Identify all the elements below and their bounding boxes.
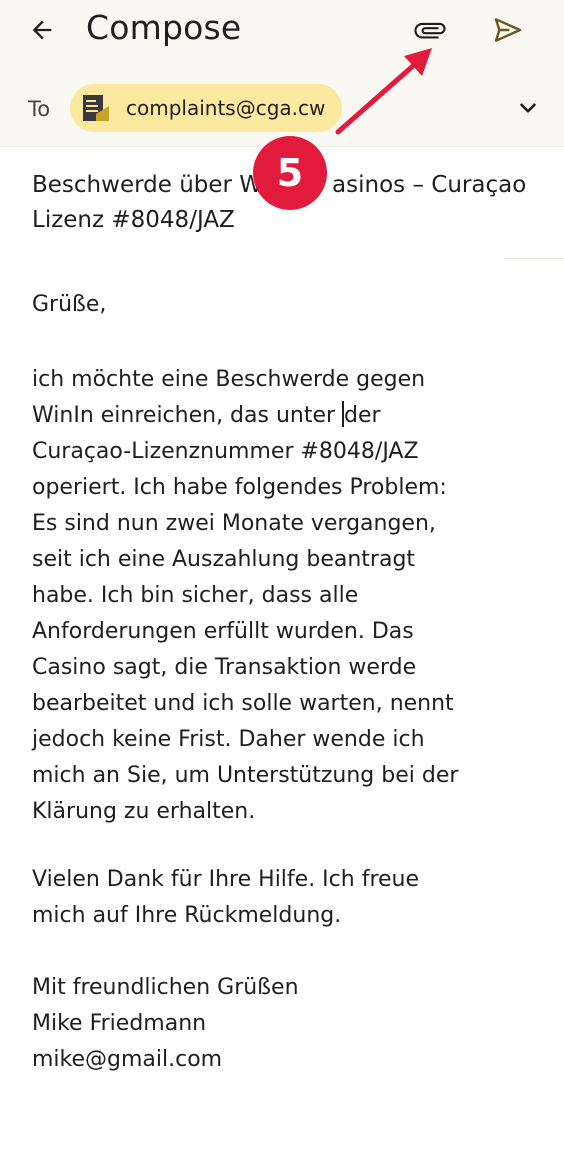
signature[interactable]: Mit freundlichen Grüßen Mike Friedmann m…	[32, 970, 532, 1078]
body-line: mich auf Ihre Rückmeldung.	[32, 903, 342, 928]
annotation-arrow	[335, 48, 432, 135]
body-line: jedoch keine Frist. Daher wende ich	[32, 727, 425, 752]
recipient-email: complaints@cga.cw	[126, 96, 326, 120]
send-button[interactable]	[484, 6, 532, 54]
to-label: To	[28, 97, 51, 121]
send-icon	[494, 18, 522, 42]
signature-line: Mit freundlichen Grüßen	[32, 975, 299, 1000]
arrow-left-icon	[32, 20, 52, 40]
body-line: habe. Ich bin sicher, dass alle	[32, 583, 359, 608]
body-paragraph-2[interactable]: Vielen Dank für Ihre Hilfe. Ich freue mi…	[32, 862, 532, 934]
recipient-chip[interactable]: complaints@cga.cw	[70, 84, 342, 132]
compose-screen: Compose To complaints@cga.cw Beschwerde …	[0, 0, 564, 1150]
step-number-badge: 5	[253, 136, 327, 210]
document-icon	[83, 95, 109, 121]
chevron-down-icon	[520, 103, 536, 113]
subject-divider	[504, 258, 564, 259]
body-line: WinIn einreichen, das unter der	[32, 401, 381, 428]
body-line: bearbeitet und ich solle warten, nennt	[32, 691, 454, 716]
body-greeting: Grüße,	[32, 292, 107, 317]
body-line: Klärung zu erhalten.	[32, 799, 256, 824]
expand-recipients-button[interactable]	[508, 88, 548, 128]
body-line: Es sind nun zwei Monate vergangen,	[32, 511, 436, 536]
body-line: Casino sagt, die Transaktion werde	[32, 655, 417, 680]
body-line: seit ich eine Auszahlung beantragt	[32, 547, 416, 572]
app-bar: Compose	[0, 0, 564, 72]
body-line: mich an Sie, um Unterstützung bei der	[32, 763, 459, 788]
subject-line-2: Lizenz #8048/JAZ	[32, 207, 235, 233]
body-line: ich möchte eine Beschwerde gegen	[32, 367, 426, 392]
signature-line: mike@gmail.com	[32, 1047, 223, 1072]
body-line: Vielen Dank für Ihre Hilfe. Ich freue	[32, 867, 420, 892]
back-button[interactable]	[20, 8, 64, 52]
body-paragraph-1[interactable]: ich möchte eine Beschwerde gegen WinIn e…	[32, 362, 532, 830]
signature-line: Mike Friedmann	[32, 1011, 207, 1036]
body-line: Curaçao-Lizenznummer #8048/JAZ	[32, 439, 419, 464]
page-title: Compose	[86, 8, 242, 47]
body-line: operiert. Ich habe folgendes Problem:	[32, 475, 447, 500]
body-line: Anforderungen erfüllt wurden. Das	[32, 619, 414, 644]
